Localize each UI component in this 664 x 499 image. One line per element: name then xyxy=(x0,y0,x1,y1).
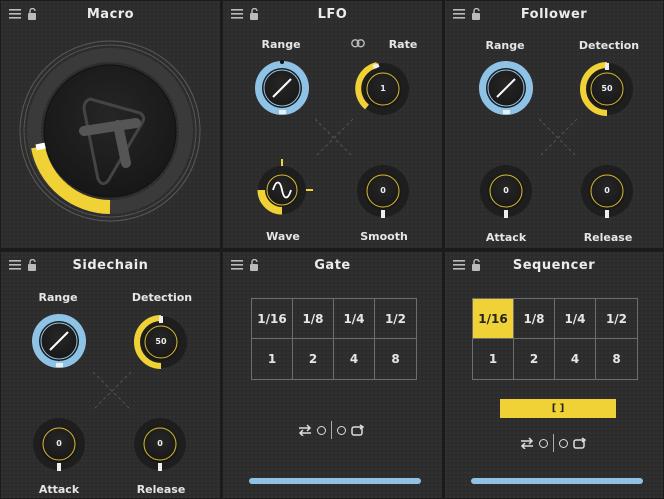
link-icon[interactable] xyxy=(351,39,365,48)
loop-icon[interactable] xyxy=(298,424,312,436)
sidechain-range-label: Range xyxy=(38,291,78,304)
lfo-title: LFO xyxy=(317,7,348,22)
sidechain-release-value: 0 xyxy=(157,439,163,448)
sequencer-division-1-4[interactable]: 1/4 xyxy=(555,299,596,339)
sidechain-panel: Sidechain Range Detection 50 0 0 Attack … xyxy=(0,251,221,499)
gate-panel: Gate 1/16 1/8 1/4 1/2 1 2 4 8 xyxy=(222,251,443,499)
sequencer-mode-switch xyxy=(520,434,587,452)
lfo-wave-label: Wave xyxy=(266,230,300,243)
follower-title: Follower xyxy=(520,7,588,22)
sidechain-detection-knob[interactable]: 50 xyxy=(134,315,188,369)
sequencer-division-1-16[interactable]: 1/16 xyxy=(473,299,514,339)
lfo-wave-knob[interactable] xyxy=(251,159,313,221)
sidechain-range-knob[interactable] xyxy=(31,313,87,369)
retrigger-icon[interactable] xyxy=(573,437,587,449)
loop-icon[interactable] xyxy=(520,437,534,449)
lfo-rate-value: 1 xyxy=(380,84,386,93)
follower-panel: Follower Range Detection 50 0 0 Attack R… xyxy=(444,0,664,249)
gate-rate-grid: 1/16 1/8 1/4 1/2 1 2 4 8 xyxy=(251,298,417,380)
sequencer-step-button[interactable]: [ ] xyxy=(500,399,616,418)
follower-release-value: 0 xyxy=(604,186,610,195)
follower-range-knob[interactable] xyxy=(478,60,534,116)
routing-cross xyxy=(93,372,131,410)
lfo-rate-knob[interactable]: 1 xyxy=(355,62,410,116)
sequencer-loop-radio[interactable] xyxy=(539,438,548,448)
sidechain-attack-value: 0 xyxy=(56,439,62,448)
gate-loop-radio[interactable] xyxy=(317,425,326,435)
gate-division-1-2[interactable]: 1/2 xyxy=(375,299,416,339)
follower-detection-label: Detection xyxy=(578,39,640,52)
routing-cross xyxy=(539,119,577,157)
lfo-range-label: Range xyxy=(261,38,301,51)
sequencer-multiplier-2[interactable]: 2 xyxy=(514,339,555,379)
divider xyxy=(553,434,554,452)
sequencer-multiplier-8[interactable]: 8 xyxy=(596,339,637,379)
gate-title: Gate xyxy=(314,258,351,273)
follower-detection-knob[interactable]: 50 xyxy=(580,62,634,116)
follower-attack-knob[interactable]: 0 xyxy=(479,164,533,218)
sidechain-release-label: Release xyxy=(136,483,186,496)
sequencer-division-1-2[interactable]: 1/2 xyxy=(596,299,637,339)
gate-division-1-4[interactable]: 1/4 xyxy=(334,299,375,339)
routing-cross xyxy=(315,119,353,157)
gate-mode-switch xyxy=(298,421,365,439)
sequencer-panel: Sequencer 1/16 1/8 1/4 1/2 1 2 4 8 [ ] xyxy=(444,251,664,499)
follower-attack-label: Attack xyxy=(485,231,527,244)
follower-range-label: Range xyxy=(485,39,525,52)
sequencer-division-1-8[interactable]: 1/8 xyxy=(514,299,555,339)
follower-release-label: Release xyxy=(583,231,633,244)
sidechain-release-knob[interactable]: 0 xyxy=(133,417,187,471)
sidechain-attack-knob[interactable]: 0 xyxy=(32,417,86,471)
sequencer-multiplier-4[interactable]: 4 xyxy=(555,339,596,379)
lfo-panel: LFO Range Rate 1 0 Wave Smooth xyxy=(222,0,443,249)
follower-attack-value: 0 xyxy=(503,186,509,195)
lfo-smooth-value: 0 xyxy=(380,186,386,195)
sequencer-multiplier-1[interactable]: 1 xyxy=(473,339,514,379)
sequencer-rate-grid: 1/16 1/8 1/4 1/2 1 2 4 8 xyxy=(472,298,638,380)
gate-multiplier-4[interactable]: 4 xyxy=(334,339,375,379)
macro-panel: Macro xyxy=(0,0,221,249)
retrigger-icon[interactable] xyxy=(351,424,365,436)
follower-release-knob[interactable]: 0 xyxy=(580,164,634,218)
gate-division-1-8[interactable]: 1/8 xyxy=(293,299,334,339)
sequencer-title: Sequencer xyxy=(512,258,596,273)
macro-knob[interactable] xyxy=(18,39,202,223)
sequencer-slider[interactable] xyxy=(471,478,643,484)
gate-multiplier-1[interactable]: 1 xyxy=(252,339,293,379)
macro-title: Macro xyxy=(86,7,135,22)
gate-slider[interactable] xyxy=(249,478,421,484)
gate-multiplier-8[interactable]: 8 xyxy=(375,339,416,379)
sidechain-attack-label: Attack xyxy=(38,483,80,496)
gate-division-1-16[interactable]: 1/16 xyxy=(252,299,293,339)
gate-multiplier-2[interactable]: 2 xyxy=(293,339,334,379)
sidechain-detection-label: Detection xyxy=(131,291,193,304)
sequencer-retrigger-radio[interactable] xyxy=(559,438,568,448)
follower-detection-value: 50 xyxy=(601,84,613,93)
lfo-range-knob[interactable] xyxy=(254,60,310,116)
lfo-smooth-label: Smooth xyxy=(360,230,408,243)
gate-retrigger-radio[interactable] xyxy=(337,425,346,435)
divider xyxy=(331,421,332,439)
sidechain-detection-value: 50 xyxy=(155,337,167,346)
lfo-smooth-knob[interactable]: 0 xyxy=(356,164,410,218)
sidechain-title: Sidechain xyxy=(72,258,149,273)
